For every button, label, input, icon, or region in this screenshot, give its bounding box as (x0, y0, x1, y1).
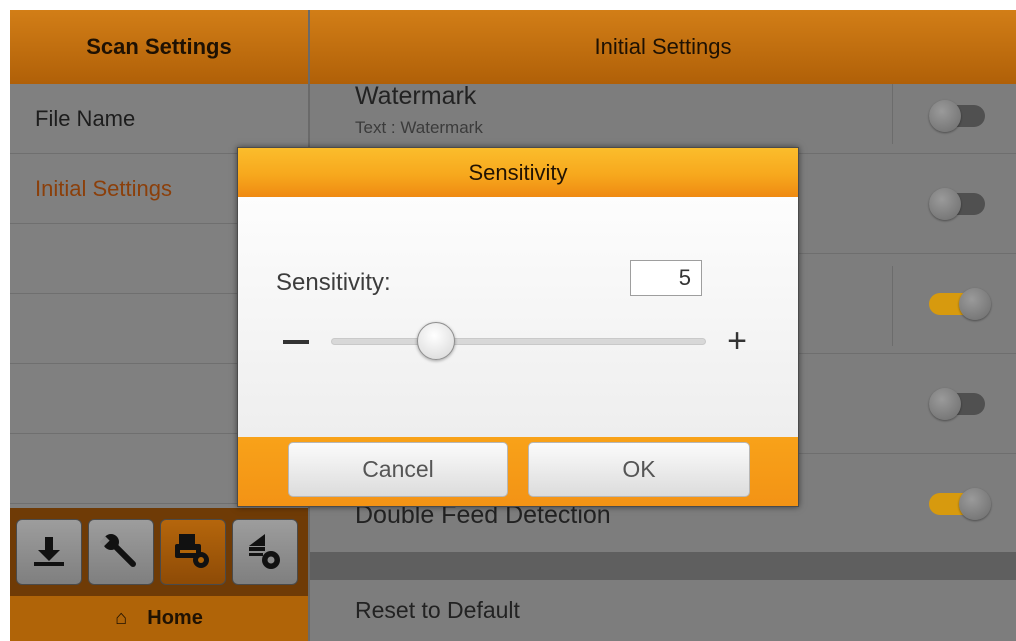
settings-row-watermark[interactable]: Watermark Text : Watermark (310, 54, 1016, 154)
setting-toggle[interactable] (929, 288, 991, 320)
watermark-toggle[interactable] (929, 100, 991, 132)
bottom-toolbar (10, 508, 308, 596)
sidebar-item-file-name[interactable]: File Name (10, 84, 308, 154)
dialog-body: Sensitivity: 5 + (238, 197, 798, 437)
row-divider (892, 84, 893, 144)
sidebar-item-label: File Name (35, 105, 136, 131)
slider-thumb[interactable] (417, 322, 455, 360)
sensitivity-value-field[interactable]: 5 (630, 260, 702, 296)
scan-settings-header: Scan Settings (10, 10, 308, 84)
download-icon (34, 537, 64, 566)
sensitivity-dialog: Sensitivity Sensitivity: 5 + Cancel OK (237, 147, 799, 507)
dialog-footer: Cancel OK (238, 437, 798, 506)
scanner-settings-icon (175, 534, 209, 568)
wrench-icon (100, 534, 136, 567)
sensitivity-label: Sensitivity: (276, 269, 391, 296)
sensitivity-value: 5 (678, 265, 691, 290)
download-button[interactable] (16, 519, 82, 585)
decrease-button[interactable] (283, 327, 315, 357)
cancel-button[interactable]: Cancel (288, 442, 508, 497)
home-icon: ⌂ (115, 607, 128, 629)
ok-button[interactable]: OK (528, 442, 750, 497)
sidebar-item-label: Initial Settings (35, 175, 172, 201)
scanner-settings-button[interactable] (160, 519, 226, 585)
increase-button[interactable]: + (722, 323, 752, 359)
row-divider (892, 266, 893, 346)
double-feed-toggle[interactable] (929, 488, 991, 520)
reset-to-default-button[interactable]: Reset to Default (310, 580, 1016, 641)
app-window: Scan Settings File Name Initial Settings (10, 10, 1016, 641)
home-button[interactable]: ⌂ Home (10, 596, 308, 641)
section-divider (310, 552, 1016, 580)
sensitivity-slider[interactable] (331, 322, 706, 362)
row-subtitle: Text : Watermark (355, 118, 483, 137)
tools-button[interactable] (88, 519, 154, 585)
upload-settings-icon (249, 534, 280, 569)
dialog-title: Sensitivity (238, 148, 798, 197)
setting-toggle[interactable] (929, 188, 991, 220)
home-label: Home (147, 607, 203, 629)
row-title: Watermark (355, 82, 477, 110)
slider-track (331, 338, 706, 345)
upload-settings-button[interactable] (232, 519, 298, 585)
setting-toggle[interactable] (929, 388, 991, 420)
minus-icon (283, 340, 309, 344)
reset-label: Reset to Default (355, 597, 520, 623)
